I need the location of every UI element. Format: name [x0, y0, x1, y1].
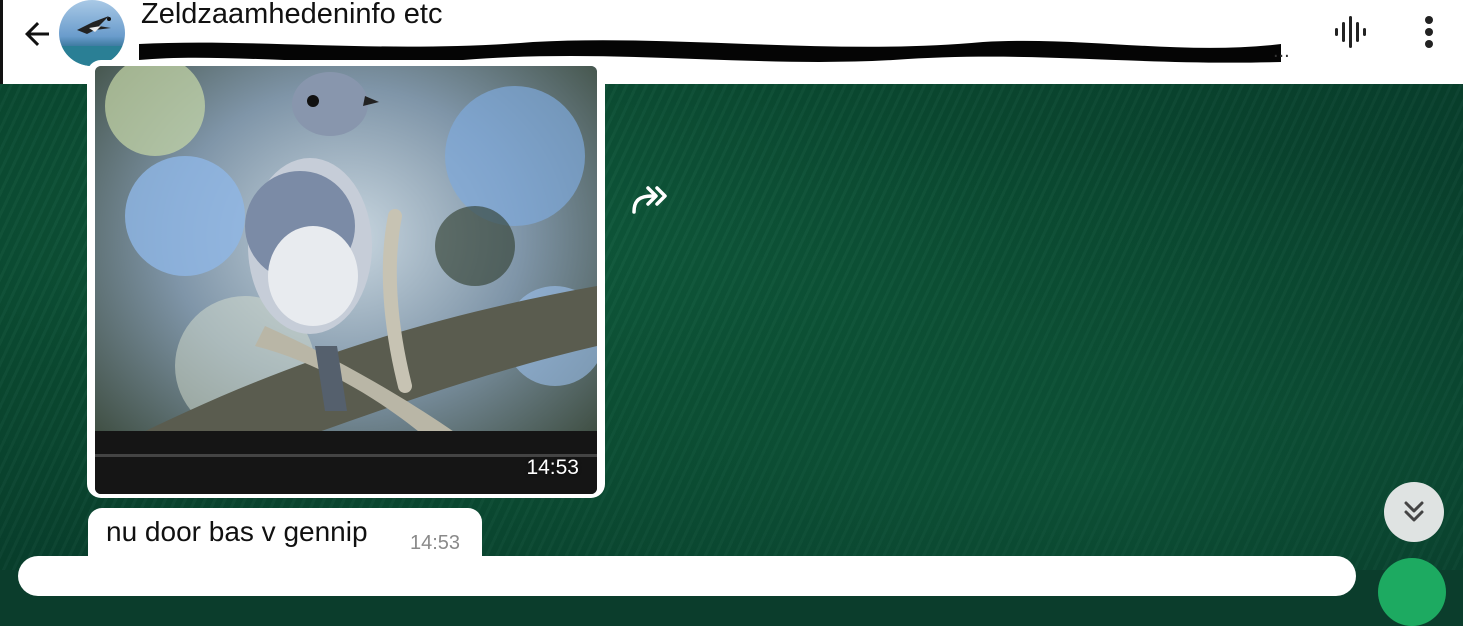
double-chevron-down-icon: [1404, 501, 1424, 522]
image-timestamp: 14:53: [526, 456, 579, 479]
message-text: nu door bas v gennip: [106, 516, 368, 547]
subtitle-ellipsis: ...: [1273, 40, 1290, 62]
send-button[interactable]: [1378, 558, 1446, 626]
forward-icon[interactable]: [630, 182, 670, 216]
scroll-to-bottom-button[interactable]: [1384, 482, 1444, 542]
message-timestamp: 14:53: [410, 532, 461, 554]
voice-chat-icon[interactable]: [1325, 10, 1375, 54]
group-avatar[interactable]: [59, 0, 125, 66]
more-vert-icon[interactable]: [1407, 10, 1451, 54]
back-arrow-icon[interactable]: [17, 14, 57, 54]
message-input[interactable]: [18, 556, 1356, 596]
image-message[interactable]: 14:53: [87, 60, 605, 498]
chat-title[interactable]: Zeldzaamhedeninfo etc: [141, 0, 442, 31]
text-message[interactable]: nu door bas v gennip 14:53: [88, 508, 482, 556]
bird-photo[interactable]: 14:53: [95, 66, 597, 494]
